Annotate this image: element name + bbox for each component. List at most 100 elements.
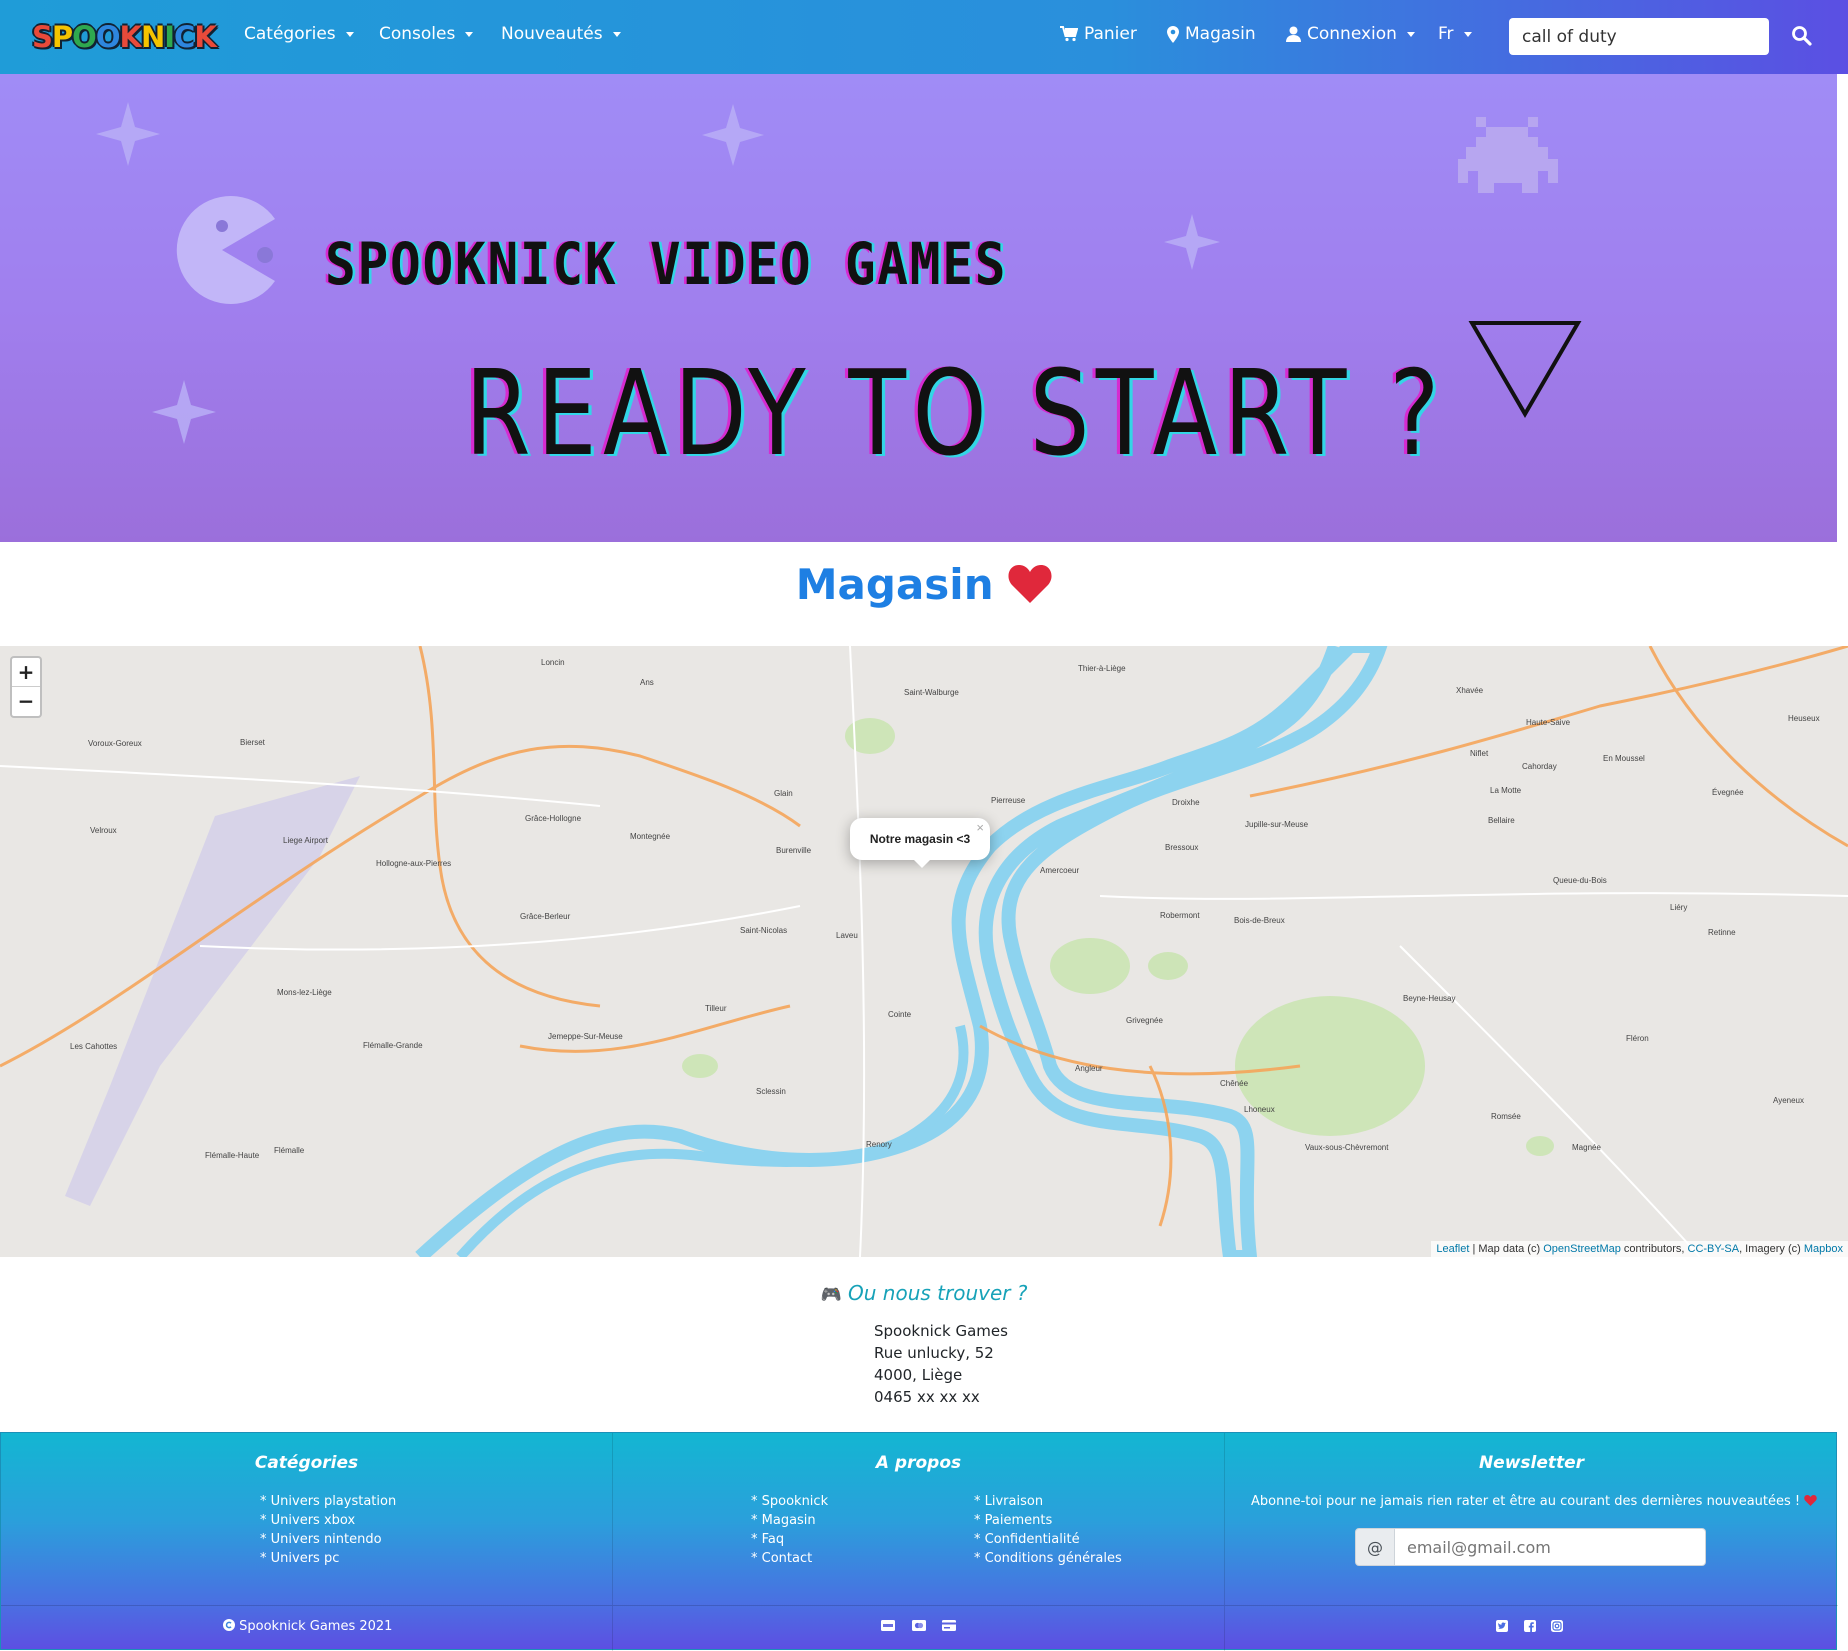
mastercard-icon bbox=[912, 1620, 926, 1631]
nav-consoles-label: Consoles bbox=[379, 24, 456, 44]
search-input[interactable] bbox=[1509, 18, 1769, 55]
facebook-icon[interactable] bbox=[1524, 1620, 1536, 1632]
nav-news-dropdown[interactable]: Nouveautés bbox=[501, 24, 621, 44]
newsletter-description: Abonne-toi pour ne jamais rien rater et … bbox=[1251, 1494, 1801, 1509]
footer-bottom-bar: Spooknick Games 2021 bbox=[1, 1605, 1838, 1651]
mapbox-link[interactable]: Mapbox bbox=[1804, 1243, 1843, 1255]
map-place-label: Jupille-sur-Meuse bbox=[1245, 820, 1309, 829]
store-map[interactable]: Loncin Ans Bierset Voroux-Goreux Grâce-Hollo… bbox=[0, 646, 1848, 1257]
caret-down-icon bbox=[612, 31, 621, 37]
map-place-label: Bois-de-Breux bbox=[1234, 916, 1285, 925]
map-marker-icon bbox=[1167, 25, 1179, 43]
map-place-label: Liéry bbox=[1670, 903, 1688, 912]
sparkle-icon bbox=[702, 104, 764, 166]
footer-link-delivery[interactable]: * Livraison bbox=[974, 1494, 1043, 1509]
osm-link[interactable]: OpenStreetMap bbox=[1543, 1243, 1621, 1255]
map-place-label: Ans bbox=[640, 678, 654, 687]
map-place-label: Montegnée bbox=[630, 832, 671, 841]
map-place-label: Heuseux bbox=[1788, 714, 1820, 723]
nav-login-dropdown[interactable]: Connexion bbox=[1286, 24, 1415, 44]
footer-link-pc[interactable]: * Univers pc bbox=[260, 1551, 339, 1566]
map-place-label: Saint-Nicolas bbox=[740, 926, 788, 935]
map-attribution: Leaflet | Map data (c) OpenStreetMap con… bbox=[1431, 1241, 1848, 1257]
top-navbar: SPOOKNICK Catégories Consoles Nouveautés… bbox=[0, 0, 1848, 74]
map-place-label: Burenville bbox=[776, 846, 812, 855]
footer-link-faq[interactable]: * Faq bbox=[751, 1532, 784, 1547]
map-place-label: En Moussel bbox=[1603, 754, 1645, 763]
cart-icon bbox=[1060, 26, 1078, 42]
sparkle-icon bbox=[96, 102, 160, 166]
attribution-text: , Imagery (c) bbox=[1739, 1243, 1804, 1255]
zoom-out-button[interactable]: − bbox=[12, 687, 40, 716]
zoom-in-button[interactable]: + bbox=[12, 658, 40, 687]
nav-language-dropdown[interactable]: Fr bbox=[1438, 24, 1472, 44]
map-popup-text: Notre magasin <3 bbox=[869, 832, 971, 846]
address-street: Rue unlucky, 52 bbox=[874, 1344, 994, 1362]
map-place-label: Pierreuse bbox=[991, 796, 1026, 805]
nav-cart-link[interactable]: Panier bbox=[1060, 24, 1137, 44]
footer-link-privacy[interactable]: * Confidentialité bbox=[974, 1532, 1080, 1547]
map-place-label: Velroux bbox=[90, 826, 117, 835]
nav-login-label: Connexion bbox=[1307, 24, 1397, 44]
spooknick-logo[interactable]: SPOOKNICK bbox=[32, 20, 217, 54]
store-address: Spooknick Games Rue unlucky, 52 4000, Li… bbox=[874, 1320, 1008, 1408]
map-place-label: Flémalle-Haute bbox=[205, 1151, 260, 1160]
instagram-icon[interactable] bbox=[1551, 1620, 1563, 1632]
footer-link-contact[interactable]: * Contact bbox=[751, 1551, 812, 1566]
map-place-label: Beyne-Heusay bbox=[1403, 994, 1456, 1003]
caret-down-icon bbox=[345, 31, 354, 37]
footer-link-terms[interactable]: * Conditions générales bbox=[974, 1551, 1122, 1566]
map-place-label: Robermont bbox=[1160, 911, 1200, 920]
map-place-label: Hollogne-aux-Pierres bbox=[376, 859, 452, 868]
credit-card-icon bbox=[942, 1620, 956, 1631]
pacman-icon bbox=[176, 196, 275, 304]
logo-letter: P bbox=[51, 20, 73, 54]
map-place-label: Chênée bbox=[1220, 1079, 1249, 1088]
leaflet-link[interactable]: Leaflet bbox=[1436, 1243, 1469, 1255]
map-place-label: Grâce-Hollogne bbox=[525, 814, 582, 823]
map-place-label: Bellaire bbox=[1488, 816, 1515, 825]
footer-link-payments[interactable]: * Paiements bbox=[974, 1513, 1052, 1528]
footer-link-playstation[interactable]: * Univers playstation bbox=[260, 1494, 396, 1509]
popup-close-button[interactable]: × bbox=[976, 820, 984, 835]
gamepad-icon: 🎮 bbox=[820, 1285, 842, 1305]
map-place-label: Mons-lez-Liège bbox=[277, 988, 332, 997]
banner-title: SPOOKNICK VIDEO GAMES bbox=[325, 230, 1008, 298]
search-icon[interactable] bbox=[1790, 24, 1814, 48]
map-place-label: Retinne bbox=[1708, 928, 1736, 937]
logo-letter: S bbox=[32, 20, 53, 54]
footer-link-xbox[interactable]: * Univers xbox bbox=[260, 1513, 355, 1528]
map-place-label: Renory bbox=[866, 1140, 892, 1149]
address-city: 4000, Liège bbox=[874, 1366, 963, 1384]
nav-store-label: Magasin bbox=[1185, 24, 1256, 44]
store-heading-text: Magasin bbox=[795, 560, 994, 609]
sparkle-icon bbox=[152, 380, 216, 444]
caret-down-icon bbox=[465, 31, 474, 37]
nav-store-link[interactable]: Magasin bbox=[1167, 24, 1256, 44]
map-place-label: Saint-Walburge bbox=[904, 688, 959, 697]
twitter-icon[interactable] bbox=[1496, 1620, 1508, 1632]
zoom-control: + − bbox=[10, 656, 42, 718]
map-place-label: Évegnée bbox=[1712, 788, 1744, 797]
where-heading-text: Ou nous trouver ? bbox=[848, 1281, 1028, 1305]
newsletter-input-group: @ bbox=[1355, 1528, 1706, 1566]
logo-letter: N bbox=[140, 20, 165, 54]
footer-link-store[interactable]: * Magasin bbox=[751, 1513, 816, 1528]
map-place-label: Liege Airport bbox=[283, 836, 328, 845]
footer-categories-column: Catégories * Univers playstation * Unive… bbox=[1, 1433, 613, 1605]
map-place-label: Loncin bbox=[541, 658, 565, 667]
license-link[interactable]: CC-BY-SA bbox=[1688, 1243, 1740, 1255]
user-icon bbox=[1286, 26, 1301, 42]
map-place-label: Flémalle-Grande bbox=[363, 1041, 423, 1050]
caret-down-icon bbox=[1406, 31, 1415, 37]
footer-link-spooknick[interactable]: * Spooknick bbox=[751, 1494, 828, 1509]
newsletter-email-input[interactable] bbox=[1395, 1528, 1706, 1566]
map-popup: Notre magasin <3 × bbox=[850, 818, 990, 860]
footer-link-nintendo[interactable]: * Univers nintendo bbox=[260, 1532, 382, 1547]
nav-language-label: Fr bbox=[1438, 24, 1454, 44]
logo-letter: O bbox=[95, 20, 121, 54]
nav-categories-dropdown[interactable]: Catégories bbox=[244, 24, 354, 44]
map-place-label: Amercoeur bbox=[1040, 866, 1080, 875]
nav-consoles-dropdown[interactable]: Consoles bbox=[379, 24, 474, 44]
map-place-label: Jemeppe-Sur-Meuse bbox=[548, 1032, 623, 1041]
